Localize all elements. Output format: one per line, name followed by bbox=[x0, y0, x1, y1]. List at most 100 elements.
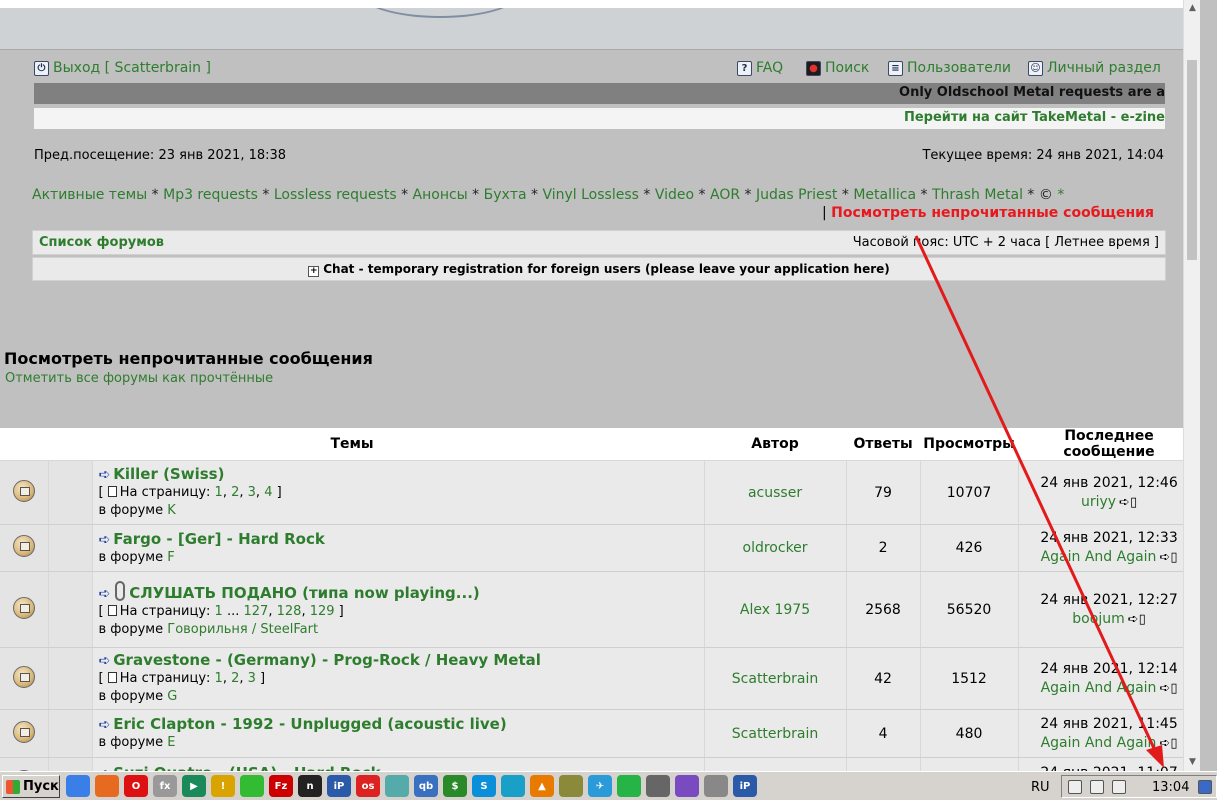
viber-icon[interactable] bbox=[675, 775, 699, 797]
download-icon[interactable] bbox=[704, 775, 728, 797]
forum-link[interactable]: E bbox=[167, 735, 175, 750]
os-icon[interactable]: os bbox=[356, 775, 380, 797]
mark-all-read-link[interactable]: Отметить все форумы как прочтённые bbox=[5, 371, 273, 386]
page-link[interactable]: 127 bbox=[244, 604, 269, 619]
search-link[interactable]: ● Поиск bbox=[806, 60, 869, 76]
topic-title-link[interactable]: Suzi Quatro - (USA) - Hard Rock bbox=[113, 764, 380, 771]
archive-icon[interactable] bbox=[646, 775, 670, 797]
author-link[interactable]: oldrocker bbox=[743, 540, 808, 556]
player-icon[interactable]: ▶ bbox=[182, 775, 206, 797]
ip-icon[interactable]: iP bbox=[327, 775, 351, 797]
chat-bar-label[interactable]: Chat - temporary registration for foreig… bbox=[323, 262, 890, 276]
firefox-icon[interactable] bbox=[95, 775, 119, 797]
expand-plus-icon[interactable]: + bbox=[308, 266, 320, 277]
scroll-thumb[interactable] bbox=[1187, 60, 1197, 260]
page-link[interactable]: 4 bbox=[264, 485, 272, 500]
quick-link[interactable]: Mp3 requests bbox=[163, 187, 258, 203]
nsf-icon[interactable]: n bbox=[298, 775, 322, 797]
winamp-icon[interactable] bbox=[559, 775, 583, 797]
last-post-user[interactable]: uriyy bbox=[1081, 494, 1116, 510]
network-tray-icon[interactable] bbox=[1090, 780, 1104, 794]
volume-icon[interactable] bbox=[1112, 780, 1126, 794]
goto-last-post-icon[interactable]: ➪▯ bbox=[1128, 612, 1146, 627]
page-link[interactable]: 1 bbox=[215, 604, 223, 619]
start-button[interactable]: Пуск bbox=[2, 775, 60, 798]
goto-newest-icon[interactable]: ➪ bbox=[99, 586, 111, 602]
skype-icon[interactable]: S bbox=[472, 775, 496, 797]
goto-newest-icon[interactable]: ➪ bbox=[99, 653, 111, 669]
forum-link[interactable]: K bbox=[167, 503, 176, 518]
quick-link[interactable]: AOR bbox=[710, 187, 740, 203]
author-link[interactable]: Scatterbrain bbox=[732, 671, 819, 687]
view-unread-link[interactable]: Посмотреть непрочитанные сообщения bbox=[831, 205, 1154, 221]
author-link[interactable]: acusser bbox=[748, 485, 802, 501]
topic-title-link[interactable]: СЛУШАТЬ ПОДАНО (типа now playing...) bbox=[129, 584, 480, 602]
quick-link[interactable]: Lossless requests bbox=[274, 187, 397, 203]
filezilla-icon[interactable]: Fz bbox=[269, 775, 293, 797]
forum-link[interactable]: G bbox=[167, 689, 177, 704]
page-link[interactable]: 3 bbox=[248, 485, 256, 500]
last-post-user[interactable]: boojum bbox=[1072, 611, 1124, 627]
topic-title-link[interactable]: Eric Clapton - 1992 - Unplugged (acousti… bbox=[113, 715, 506, 733]
users-link[interactable]: ≡ Пользователи bbox=[888, 60, 1011, 76]
quick-link[interactable]: Video bbox=[655, 187, 694, 203]
quick-link[interactable]: Vinyl Lossless bbox=[542, 187, 638, 203]
logout-link[interactable]: ⏻ Выход [ Scatterbrain ] bbox=[34, 60, 211, 76]
goto-newest-icon[interactable]: ➪ bbox=[99, 532, 111, 548]
topic-title-link[interactable]: Gravestone - (Germany) - Prog-Rock / Hea… bbox=[113, 651, 541, 669]
scroll-up-icon[interactable]: ▲ bbox=[1184, 0, 1200, 17]
chrome-icon[interactable] bbox=[66, 775, 90, 797]
telegram-icon[interactable]: ✈ bbox=[588, 775, 612, 797]
network-icon[interactable] bbox=[385, 775, 409, 797]
goto-newest-icon[interactable]: ➪ bbox=[99, 467, 111, 483]
quick-link[interactable]: Анонсы bbox=[413, 187, 468, 203]
personal-link[interactable]: ☺ Личный раздел bbox=[1028, 60, 1161, 76]
tray-expand-icon[interactable] bbox=[1068, 780, 1082, 794]
dollar-icon[interactable]: $ bbox=[443, 775, 467, 797]
announcement-marquee-2[interactable]: Перейти на сайт TakeMetal - e-zine bbox=[34, 108, 1165, 129]
author-link[interactable]: Alex 1975 bbox=[740, 602, 810, 618]
forum-list-link[interactable]: Список форумов bbox=[39, 235, 164, 250]
foobar-icon[interactable]: fx bbox=[153, 775, 177, 797]
palette-icon[interactable] bbox=[240, 775, 264, 797]
faq-link[interactable]: ? FAQ bbox=[737, 60, 783, 76]
page-link[interactable]: 1 bbox=[215, 671, 223, 686]
quick-link[interactable]: Бухта bbox=[484, 187, 527, 203]
clock[interactable]: 13:04 bbox=[1152, 780, 1189, 795]
author-link[interactable]: Scatterbrain bbox=[732, 726, 819, 742]
chat-bar[interactable]: + Chat - temporary registration for forei… bbox=[32, 257, 1166, 281]
goto-last-post-icon[interactable]: ➪▯ bbox=[1159, 736, 1177, 751]
page-link[interactable]: 1 bbox=[215, 485, 223, 500]
quick-link[interactable]: Metallica bbox=[853, 187, 916, 203]
scroll-down-icon[interactable]: ▼ bbox=[1184, 754, 1200, 771]
language-indicator[interactable]: RU bbox=[1031, 780, 1050, 795]
topic-replies: 2568 bbox=[846, 571, 921, 648]
page-link[interactable]: 3 bbox=[248, 671, 256, 686]
vertical-scrollbar[interactable]: ▲ ▼ bbox=[1183, 0, 1200, 771]
page-link[interactable]: 129 bbox=[310, 604, 335, 619]
goto-newest-icon[interactable]: ➪ bbox=[99, 717, 111, 733]
quick-link[interactable]: Judas Priest bbox=[756, 187, 837, 203]
opera-icon[interactable]: O bbox=[124, 775, 148, 797]
topic-title-link[interactable]: Killer (Swiss) bbox=[113, 465, 224, 483]
whatsapp-icon[interactable] bbox=[617, 775, 641, 797]
topic-title-link[interactable]: Fargo - [Ger] - Hard Rock bbox=[113, 530, 325, 548]
page-link[interactable]: 128 bbox=[277, 604, 302, 619]
forum-link[interactable]: F bbox=[167, 550, 174, 565]
qbittorrent-icon[interactable]: qb bbox=[414, 775, 438, 797]
warning-icon[interactable]: ! bbox=[211, 775, 235, 797]
last-post-user[interactable]: Again And Again bbox=[1041, 549, 1157, 565]
last-post-user[interactable]: Again And Again bbox=[1041, 680, 1157, 696]
goto-last-post-icon[interactable]: ➪▯ bbox=[1159, 550, 1177, 565]
goto-last-post-icon[interactable]: ➪▯ bbox=[1159, 681, 1177, 696]
quick-link[interactable]: Активные темы bbox=[32, 187, 147, 203]
announcement-2-text[interactable]: Перейти на сайт TakeMetal - e-zine bbox=[904, 110, 1165, 125]
forum-link[interactable]: Говорильня / SteelFart bbox=[167, 622, 318, 637]
last-post-user[interactable]: Again And Again bbox=[1041, 735, 1157, 751]
show-desktop-icon[interactable] bbox=[1198, 780, 1212, 794]
goto-last-post-icon[interactable]: ➪▯ bbox=[1119, 495, 1137, 510]
ip2-icon[interactable]: iP bbox=[733, 775, 757, 797]
vlc-icon[interactable]: ▲ bbox=[530, 775, 554, 797]
quick-link[interactable]: Thrash Metal bbox=[932, 187, 1023, 203]
globe-icon[interactable] bbox=[501, 775, 525, 797]
